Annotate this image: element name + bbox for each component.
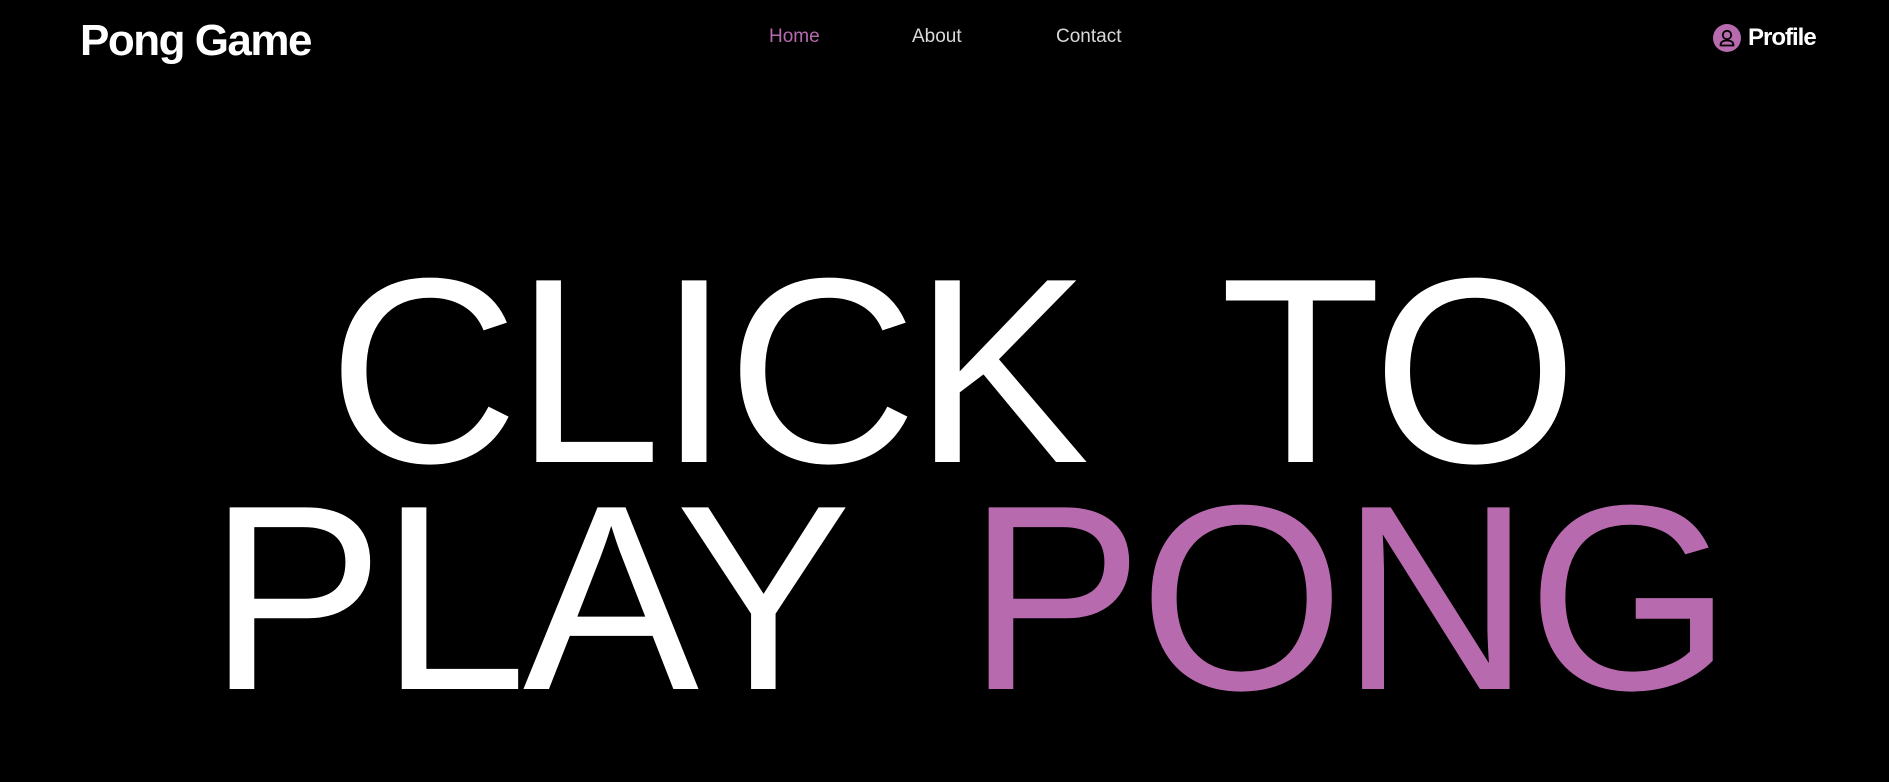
hero-word-play: PLAY	[208, 450, 851, 745]
hero-word-pong: PONG	[967, 450, 1732, 745]
hero-play-area[interactable]: CLICK TO PLAY PONG	[0, 0, 1889, 782]
